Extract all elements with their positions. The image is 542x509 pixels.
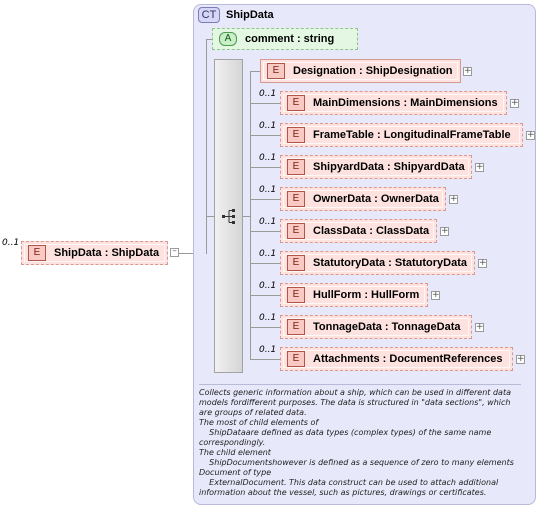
element-badge: E [287, 255, 305, 271]
element-cardinality: 0..1 [259, 121, 277, 131]
element-attachments[interactable]: E Attachments : DocumentReferences [280, 347, 513, 371]
connector [206, 216, 214, 217]
documentation-divider [199, 384, 521, 385]
element-label: FrameTable : LongitudinalFrameTable [313, 129, 511, 141]
element-frametable[interactable]: E FrameTable : LongitudinalFrameTable [280, 123, 523, 147]
expand-toggle[interactable]: + [431, 291, 440, 300]
element-label: Attachments : DocumentReferences [313, 353, 503, 365]
doc-line: Document of type [199, 468, 272, 477]
element-maindimensions[interactable]: E MainDimensions : MainDimensions [280, 91, 507, 115]
element-badge: E [28, 245, 46, 261]
complex-type-badge: CT [198, 7, 220, 23]
element-label: StatutoryData : StatutoryData [313, 257, 468, 269]
expand-toggle[interactable]: + [526, 131, 535, 140]
doc-line: are groups of related data. [199, 408, 307, 417]
element-cardinality: 0..1 [259, 89, 277, 99]
doc-line: The most of child elements of [199, 418, 319, 427]
attribute-badge: A [219, 32, 237, 46]
connector [250, 71, 251, 360]
element-badge: E [287, 95, 305, 111]
element-classdata[interactable]: E ClassData : ClassData [280, 219, 437, 243]
doc-line: The child element [199, 448, 271, 457]
root-element-shipdata[interactable]: E ShipData : ShipData [21, 241, 168, 265]
collapse-toggle[interactable]: – [170, 247, 179, 257]
element-badge: E [287, 351, 305, 367]
element-shipyarddata[interactable]: E ShipyardData : ShipyardData [280, 155, 472, 179]
element-statutorydata[interactable]: E StatutoryData : StatutoryData [280, 251, 475, 275]
element-label: OwnerData : OwnerData [313, 193, 439, 205]
expand-toggle[interactable]: + [475, 323, 484, 332]
element-cardinality: 0..1 [259, 313, 277, 323]
doc-line: models fordifferent purposes. The data i… [199, 398, 511, 407]
connector [250, 71, 260, 72]
expand-toggle[interactable]: + [463, 67, 472, 76]
connector [206, 39, 207, 254]
element-badge: E [287, 127, 305, 143]
element-cardinality: 0..1 [259, 185, 277, 195]
doc-line: ShipDataare defined as data types (compl… [199, 428, 492, 437]
root-element-label: ShipData : ShipData [54, 247, 160, 259]
connector [250, 231, 280, 232]
element-label: ClassData : ClassData [313, 225, 430, 237]
connector [250, 359, 280, 360]
attribute-label: comment : string [245, 33, 335, 45]
expand-toggle[interactable]: + [478, 259, 487, 268]
element-cardinality: 0..1 [259, 153, 277, 163]
element-badge: E [287, 287, 305, 303]
element-label: MainDimensions : MainDimensions [313, 97, 498, 109]
complex-type-title: ShipData [226, 9, 274, 21]
element-badge: E [287, 159, 305, 175]
element-cardinality: 0..1 [259, 281, 277, 291]
doc-line: ExternalDocument. This data construct ca… [199, 478, 499, 487]
element-cardinality: 0..1 [259, 345, 277, 355]
element-ownerdata[interactable]: E OwnerData : OwnerData [280, 187, 446, 211]
element-designation[interactable]: E Designation : ShipDesignation [260, 59, 461, 83]
attribute-comment[interactable]: A comment : string [212, 28, 358, 50]
expand-toggle[interactable]: + [510, 99, 519, 108]
connector [250, 135, 280, 136]
doc-line: ShipDocumentshowever is defined as a seq… [199, 458, 514, 467]
element-label: ShipyardData : ShipyardData [313, 161, 465, 173]
element-badge: E [267, 63, 285, 79]
sequence-compositor[interactable] [214, 59, 243, 373]
element-cardinality: 0..1 [259, 249, 277, 259]
element-label: TonnageData : TonnageData [313, 321, 461, 333]
expand-toggle[interactable]: + [475, 163, 484, 172]
element-badge: E [287, 191, 305, 207]
documentation-text: Collects generic information about a shi… [199, 388, 521, 498]
connector [250, 199, 280, 200]
sequence-icon [222, 209, 235, 224]
connector [250, 103, 280, 104]
connector [250, 263, 280, 264]
element-label: Designation : ShipDesignation [293, 65, 453, 77]
element-cardinality: 0..1 [259, 217, 277, 227]
complex-type-header: CT ShipData [198, 7, 274, 23]
doc-line: correspondingly. [199, 438, 266, 447]
element-hullform[interactable]: E HullForm : HullForm [280, 283, 428, 307]
element-badge: E [287, 319, 305, 335]
expand-toggle[interactable]: + [516, 355, 525, 364]
expand-toggle[interactable]: + [440, 227, 449, 236]
root-cardinality: 0..1 [2, 238, 20, 248]
expand-toggle[interactable]: + [449, 195, 458, 204]
connector [250, 295, 280, 296]
element-badge: E [287, 223, 305, 239]
doc-line: information about the vessel, such as pi… [199, 488, 487, 497]
element-tonnagedata[interactable]: E TonnageData : TonnageData [280, 315, 472, 339]
element-label: HullForm : HullForm [313, 289, 420, 301]
connector [250, 327, 280, 328]
doc-line: Collects generic information about a shi… [199, 388, 511, 397]
connector [250, 167, 280, 168]
connector [243, 216, 250, 217]
